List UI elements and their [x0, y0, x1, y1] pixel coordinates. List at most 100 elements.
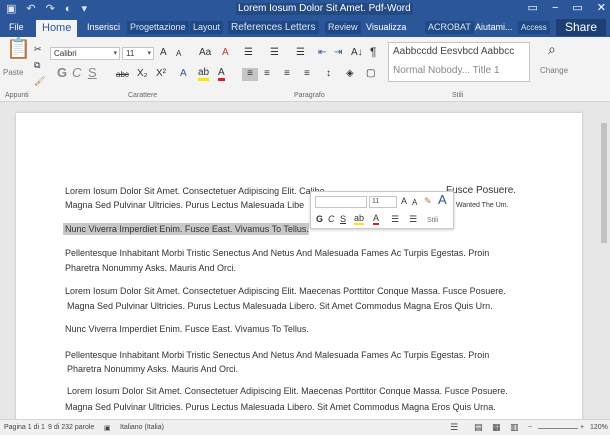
redo-icon[interactable]: ↷: [46, 2, 55, 16]
document-page[interactable]: Lorem Iosum Dolor Sit Amet. Consectetuer…: [16, 113, 582, 419]
sort-icon[interactable]: A↓: [351, 47, 363, 59]
align-left-icon[interactable]: ≡: [242, 68, 258, 81]
doc-line-11: Lorem Iosum Dolor Sit Amet. Consectetuer…: [67, 386, 508, 396]
mini-highlight-icon[interactable]: ab: [354, 214, 365, 225]
mini-grow-font-icon[interactable]: A: [401, 196, 407, 207]
mini-bold-button[interactable]: G: [316, 214, 323, 225]
touch-mode-icon[interactable]: ◐: [65, 2, 72, 16]
mini-numbering-icon[interactable]: ☰: [409, 214, 417, 225]
zoom-level[interactable]: 120%: [590, 424, 608, 431]
numbering-icon[interactable]: ☰: [270, 47, 279, 59]
font-color-icon[interactable]: A: [218, 68, 225, 81]
clipboard-group-label: Appunti: [5, 92, 29, 99]
underline-button[interactable]: S: [88, 66, 97, 79]
justify-icon[interactable]: ≡: [304, 68, 310, 80]
close-icon[interactable]: ✕: [597, 1, 606, 16]
shading-icon[interactable]: ◈: [346, 68, 354, 80]
read-mode-icon[interactable]: ▤: [474, 422, 483, 433]
search-icon[interactable]: ⌕: [548, 42, 556, 56]
scrollbar-thumb[interactable]: [601, 123, 607, 243]
clear-formatting-icon[interactable]: A: [222, 47, 229, 59]
save-icon[interactable]: ▣: [6, 2, 16, 16]
paragraph-group-label: Paragrafo: [294, 92, 325, 99]
highlight-icon[interactable]: ab: [198, 68, 210, 81]
change-case-icon[interactable]: Aa: [199, 47, 211, 59]
doc-line-2-tail: Wanted The Um.: [456, 202, 509, 209]
maximize-icon[interactable]: ▭: [572, 1, 582, 16]
language-indicator[interactable]: Italiano (Italia): [120, 424, 164, 431]
superscript-button[interactable]: X²: [156, 68, 166, 80]
tab-layout[interactable]: Layout: [190, 21, 224, 34]
borders-icon[interactable]: ▢: [366, 68, 375, 80]
bold-button[interactable]: G: [57, 66, 67, 79]
mini-shrink-font-icon[interactable]: A: [412, 197, 417, 208]
increase-indent-icon[interactable]: ⇥: [334, 47, 342, 59]
tab-acrobat[interactable]: ACROBAT: [425, 21, 474, 34]
change-styles-button[interactable]: Change: [540, 65, 568, 77]
customize-qat-icon[interactable]: ▾: [82, 2, 88, 16]
copy-icon[interactable]: ⧉: [34, 59, 40, 71]
mini-underline-button[interactable]: S: [340, 214, 346, 225]
style-sample-secondary[interactable]: Normal Nobody... Title 1: [393, 65, 500, 76]
italic-button[interactable]: C: [72, 66, 81, 79]
selected-text[interactable]: Nunc Viverra Imperdiet Enim. Fusce East.…: [63, 223, 309, 235]
page-count[interactable]: Pagina 1 di 1: [4, 424, 45, 431]
zoom-out-icon[interactable]: −: [528, 424, 532, 431]
print-layout-icon[interactable]: ▦: [492, 422, 501, 433]
mini-font-color-icon[interactable]: A: [373, 214, 380, 225]
mini-italic-button[interactable]: C: [328, 214, 335, 225]
pilcrow-icon[interactable]: ¶: [370, 46, 376, 58]
multilevel-list-icon[interactable]: ☰: [296, 47, 305, 59]
mini-size-field[interactable]: 11: [369, 196, 397, 208]
grow-font-icon[interactable]: A: [160, 47, 167, 59]
tab-view[interactable]: Visualizza: [363, 21, 409, 34]
proofing-icon[interactable]: ▣: [104, 424, 111, 432]
mini-bullets-icon[interactable]: ☰: [391, 214, 399, 225]
paste-icon[interactable]: 📋: [6, 39, 31, 59]
align-right-icon[interactable]: ≡: [284, 68, 290, 80]
font-name-value: Calibri: [54, 49, 77, 58]
tab-insert[interactable]: Inserisci: [84, 21, 123, 34]
mini-font-field[interactable]: [315, 196, 367, 208]
vertical-scrollbar[interactable]: [598, 103, 610, 419]
web-layout-icon[interactable]: ▥: [510, 422, 519, 433]
doc-line-2: Magna Sed Pulvinar Ultricies. Purus Lect…: [65, 200, 305, 210]
text-effects-icon[interactable]: A: [180, 68, 187, 80]
cut-icon[interactable]: ✂: [34, 43, 42, 55]
bullets-icon[interactable]: ☰: [244, 47, 253, 59]
minimize-icon[interactable]: −: [552, 1, 558, 16]
focus-mode-icon[interactable]: ☰: [450, 422, 458, 433]
zoom-in-icon[interactable]: +: [580, 424, 584, 431]
doc-line-9: Pellentesque Inhabitant Morbi Tristic Se…: [65, 350, 490, 360]
styles-gallery[interactable]: Aabbccdd Eesvbcd Aabbcc Normal Nobody...…: [388, 42, 530, 82]
shrink-font-icon[interactable]: A: [176, 48, 181, 60]
undo-icon[interactable]: ↶: [26, 2, 35, 16]
tab-review[interactable]: Review: [325, 21, 361, 34]
zoom-slider[interactable]: [538, 428, 578, 429]
tab-help[interactable]: Aiutami...: [472, 21, 516, 34]
mini-format-painter-icon[interactable]: ✎: [424, 196, 432, 207]
mini-styles-label[interactable]: Stili: [427, 215, 438, 226]
tab-access[interactable]: Access: [518, 21, 550, 34]
style-sample-primary[interactable]: Aabbccdd Eesvbcd Aabbcc: [393, 46, 514, 57]
font-name-field[interactable]: Calibri ▾: [50, 47, 120, 60]
tab-file[interactable]: File: [6, 21, 27, 34]
doc-line-5: Pharetra Nonummy Asks. Mauris And Orci.: [65, 263, 237, 273]
line-spacing-icon[interactable]: ↕: [326, 68, 331, 80]
tab-references[interactable]: References Letters: [228, 21, 319, 34]
status-bar: Pagina 1 di 1 9 di 232 parole ▣ Italiano…: [0, 419, 610, 435]
decrease-indent-icon[interactable]: ⇤: [318, 47, 326, 59]
word-count[interactable]: 9 di 232 parole: [48, 424, 94, 431]
share-button[interactable]: Share: [556, 19, 606, 36]
subscript-button[interactable]: X₂: [137, 68, 148, 80]
strikethrough-button[interactable]: abc: [116, 69, 129, 81]
tab-design[interactable]: Progettazione: [127, 21, 189, 34]
mini-styles-icon[interactable]: A: [438, 193, 447, 206]
paste-label: Paste: [3, 68, 24, 77]
tab-home[interactable]: Home: [36, 20, 78, 37]
mini-toolbar: 11 A A ✎ A G C S ab A ☰ ☰ Stili: [310, 191, 454, 229]
format-painter-icon[interactable]: 🖌: [34, 75, 45, 87]
font-size-field[interactable]: 11 ▾: [122, 47, 154, 60]
ribbon-display-icon[interactable]: ▭: [528, 1, 538, 16]
align-center-icon[interactable]: ≡: [264, 68, 270, 80]
